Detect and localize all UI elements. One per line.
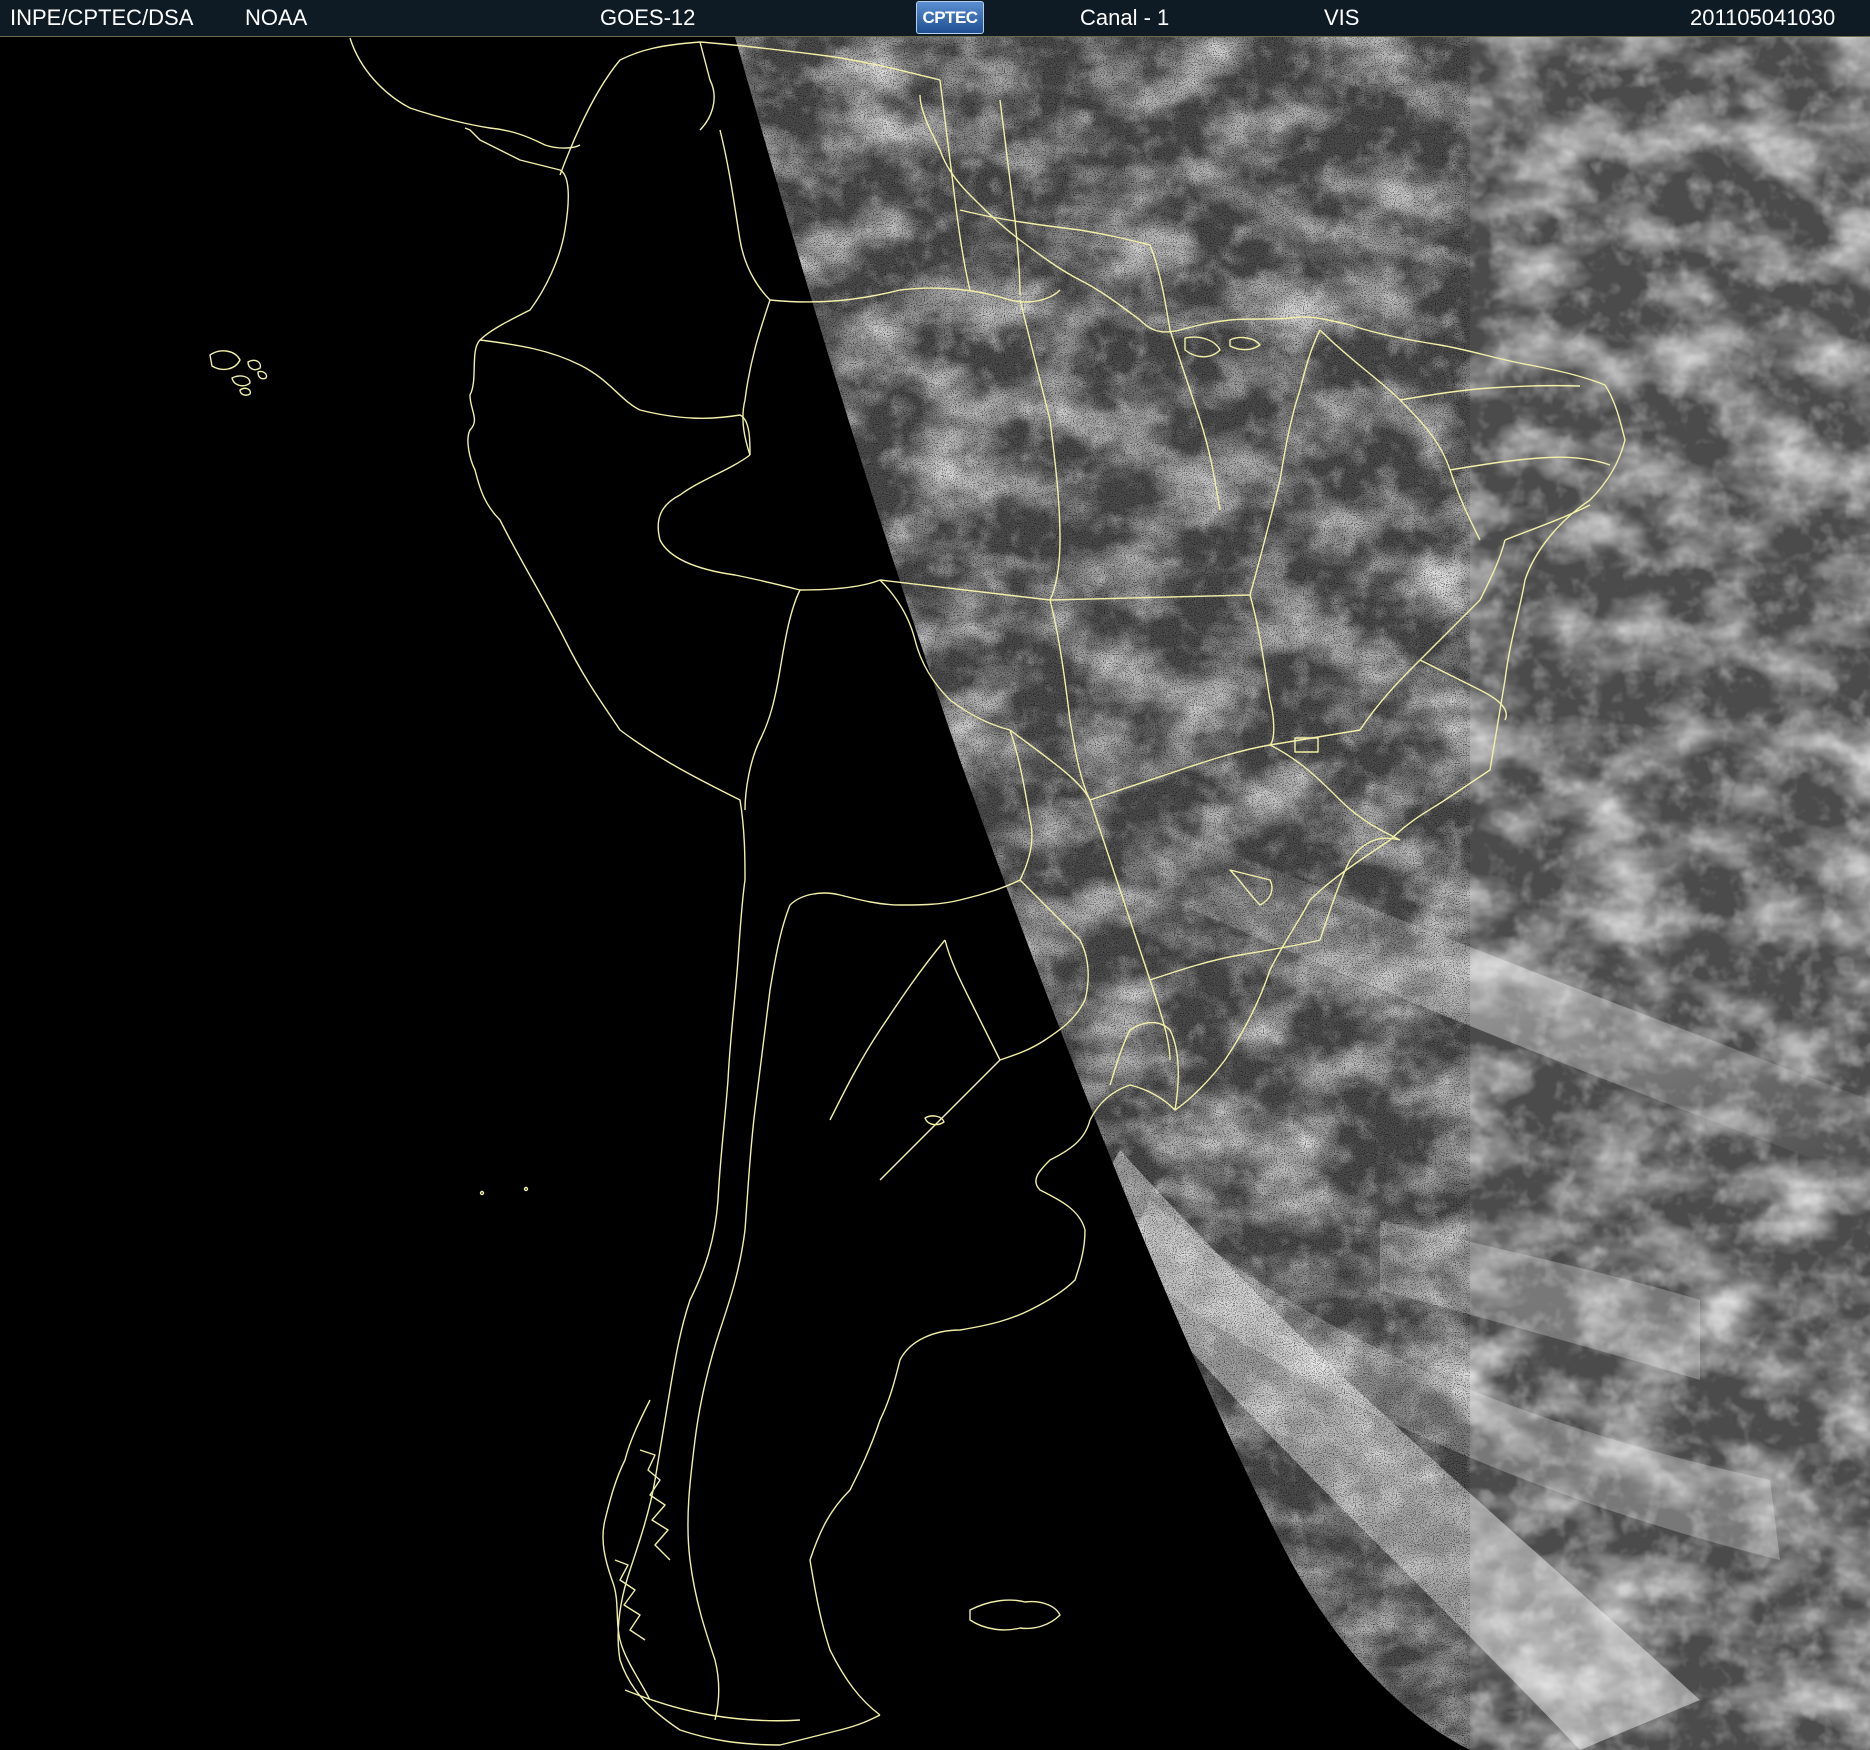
- image-header-bar: INPE/CPTEC/DSA NOAA GOES-12 CPTEC Canal …: [0, 0, 1870, 37]
- satellite-label: GOES-12: [600, 5, 696, 30]
- satellite-image-viewer: INPE/CPTEC/DSA NOAA GOES-12 CPTEC Canal …: [0, 0, 1870, 1750]
- cptec-logo: CPTEC: [916, 1, 984, 34]
- satellite-map: [0, 37, 1870, 1750]
- agency-label: NOAA: [245, 5, 308, 30]
- channel-label: Canal - 1: [1080, 5, 1170, 30]
- timestamp-label: 201105041030: [1690, 5, 1836, 30]
- band-label: VIS: [1324, 5, 1360, 30]
- institution-label: INPE/CPTEC/DSA: [10, 5, 194, 30]
